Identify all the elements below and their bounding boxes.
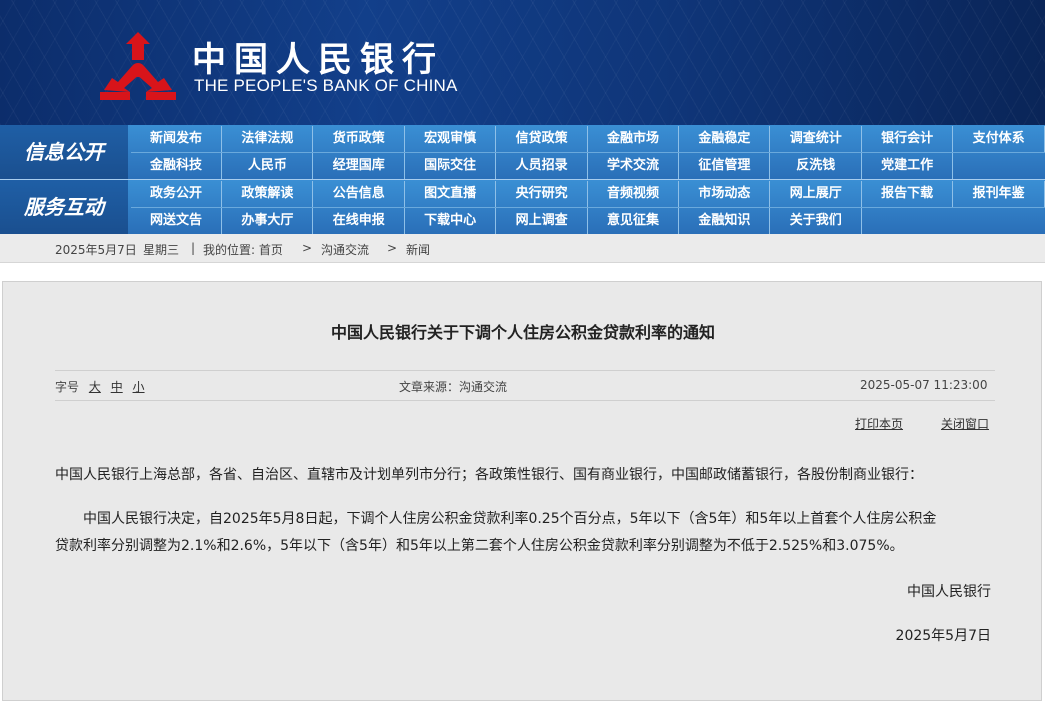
nav-item[interactable]: 下载中心 (405, 208, 497, 235)
nav-divider (131, 152, 1045, 153)
nav-item[interactable]: 办事大厅 (222, 208, 314, 235)
nav-item[interactable]: 金融稳定 (679, 126, 771, 153)
breadcrumb-level2[interactable]: 沟通交流 (321, 241, 369, 258)
nav-item[interactable]: 党建工作 (862, 153, 954, 180)
nav-item[interactable]: 音频视频 (588, 181, 679, 208)
nav-section-label: 服务互动 (0, 180, 128, 234)
nav-item[interactable]: 金融科技 (131, 153, 222, 180)
nav-item[interactable]: 网上调查 (497, 208, 588, 235)
nav-item[interactable]: 货币政策 (314, 126, 405, 153)
nav-item[interactable]: 人员招录 (497, 153, 588, 180)
nav-item[interactable]: 支付体系 (954, 126, 1045, 153)
nav-item[interactable]: 新闻发布 (131, 126, 222, 153)
font-medium-button[interactable]: 中 (111, 380, 123, 394)
site-header: 中国人民银行 THE PEOPLE'S BANK OF CHINA (0, 0, 1045, 125)
nav-info-disclosure: 信息公开 新闻发布 法律法规 货币政策 宏观审慎 信贷政策 金融市场 金融稳定 调查统计 银行会… (0, 125, 1045, 180)
meta-divider (55, 370, 995, 371)
current-date: 2025年5月7日 (55, 243, 137, 257)
pboc-emblem-icon[interactable] (98, 30, 178, 102)
font-small-button[interactable]: 小 (133, 380, 145, 394)
site-logo-cn[interactable]: 中国人民银行 (192, 32, 444, 81)
article-body-line1: 中国人民银行决定，自2025年5月8日起，下调个人住房公积金贷款利率0.25个百… (83, 511, 937, 527)
article-panel: 中国人民银行关于下调个人住房公积金贷款利率的通知 字号 大 中 小 文章来源：沟… (2, 281, 1042, 701)
font-size-label: 字号 (55, 380, 80, 394)
nav-item[interactable]: 征信管理 (679, 153, 771, 180)
nav-item[interactable]: 人民币 (222, 153, 314, 180)
article-timestamp: 2025-05-07 11:23:00 (860, 378, 988, 392)
breadcrumb: 2025年5月7日 星期三 | 我的位置: 首页 > 沟通交流 > 新闻 (0, 234, 1045, 263)
nav-item[interactable]: 金融市场 (588, 126, 679, 153)
breadcrumb-level3[interactable]: 新闻 (406, 241, 430, 258)
breadcrumb-arrow: > (302, 241, 313, 255)
font-size-controls: 字号 大 中 小 (55, 378, 145, 395)
nav-item[interactable]: 网送文告 (131, 208, 222, 235)
nav-item[interactable]: 政策解读 (222, 181, 314, 208)
article-source: 文章来源：沟通交流 (399, 380, 508, 394)
breadcrumb-arrow: > (387, 241, 398, 255)
meta-divider (55, 400, 995, 401)
nav-item[interactable]: 关于我们 (771, 208, 862, 235)
close-window-link[interactable]: 关闭窗口 (941, 415, 989, 432)
nav-item[interactable]: 报告下载 (862, 181, 954, 208)
nav-item[interactable]: 宏观审慎 (405, 126, 497, 153)
nav-item[interactable]: 反洗钱 (771, 153, 862, 180)
article-salutation: 中国人民银行上海总部，各省、自治区、直辖市及计划单列市分行；各政策性银行、国有商… (55, 467, 923, 483)
nav-item[interactable]: 学术交流 (588, 153, 679, 180)
nav-item[interactable]: 国际交往 (405, 153, 497, 180)
nav-item[interactable]: 经理国库 (314, 153, 405, 180)
nav-item[interactable]: 网上展厅 (771, 181, 862, 208)
nav-item[interactable]: 图文直播 (405, 181, 497, 208)
site-logo-en[interactable]: THE PEOPLE'S BANK OF CHINA (194, 76, 458, 96)
nav-section-label: 信息公开 (0, 125, 128, 179)
breadcrumb-home[interactable]: 我的位置: 首页 (203, 241, 283, 258)
current-weekday: 星期三 (143, 243, 180, 257)
nav-item[interactable]: 意见征集 (588, 208, 679, 235)
nav-service-interaction: 服务互动 政务公开 政策解读 公告信息 图文直播 央行研究 音频视频 市场动态 网上展厅 报告下… (0, 180, 1045, 235)
nav-item[interactable]: 政务公开 (131, 181, 222, 208)
article-body-line2: 贷款利率分别调整为2.1%和2.6%，5年以下（含5年）和5年以上第二套个人住房… (55, 538, 904, 554)
nav-item[interactable]: 银行会计 (862, 126, 954, 153)
font-large-button[interactable]: 大 (89, 380, 101, 394)
nav-item[interactable]: 法律法规 (222, 126, 314, 153)
nav-item[interactable]: 市场动态 (679, 181, 771, 208)
print-page-link[interactable]: 打印本页 (855, 415, 903, 432)
nav-item[interactable]: 央行研究 (497, 181, 588, 208)
nav-item[interactable]: 在线申报 (314, 208, 405, 235)
nav-divider (131, 207, 1045, 208)
article-signature: 中国人民银行 (907, 584, 991, 600)
nav-item[interactable]: 信贷政策 (497, 126, 588, 153)
nav-item[interactable]: 公告信息 (314, 181, 405, 208)
article-title: 中国人民银行关于下调个人住房公积金贷款利率的通知 (330, 323, 715, 342)
nav-item[interactable]: 调查统计 (771, 126, 862, 153)
article-sign-date: 2025年5月7日 (895, 628, 991, 644)
breadcrumb-separator: | (191, 241, 196, 255)
nav-item[interactable]: 金融知识 (679, 208, 771, 235)
nav-item[interactable]: 报刊年鉴 (954, 181, 1045, 208)
